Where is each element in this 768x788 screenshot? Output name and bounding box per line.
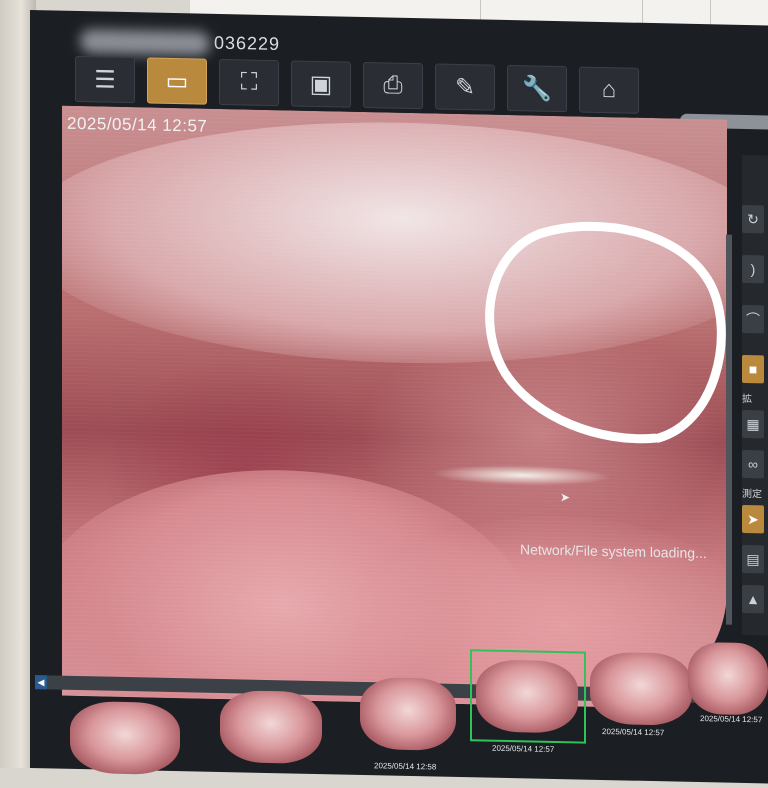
wrench-icon: 🔧 — [522, 74, 552, 103]
selected-thumbnail-frame — [470, 649, 586, 744]
camera-icon: ▣ — [309, 70, 333, 98]
thumbnail-date: 2025/05/14 12:57 — [602, 726, 665, 738]
arrow-up-icon: ▲ — [746, 590, 760, 608]
thumbnail-date: 2025/05/14 12:57 — [700, 714, 763, 725]
list-icon: ☰ — [94, 65, 116, 94]
side-grid-button[interactable]: ▦ — [742, 409, 764, 439]
annotation-circle — [485, 221, 726, 444]
settings-button[interactable]: 🔧 — [507, 64, 567, 113]
square-icon: ■ — [748, 361, 758, 378]
print-button[interactable]: ⎙ — [363, 61, 423, 110]
pointer-icon: ➤ — [747, 510, 759, 527]
recorder-button[interactable]: ⛶ — [219, 58, 279, 107]
home-button[interactable]: ⌂ — [579, 66, 639, 114]
side-pointer-button[interactable]: ➤ — [742, 504, 764, 534]
side-link-button[interactable]: ∞ — [742, 449, 764, 479]
thumbnail-image[interactable] — [688, 641, 768, 716]
thumbnail-date: 2025/05/14 12:58 — [374, 761, 437, 772]
side-highlight-button[interactable]: ■ — [742, 354, 764, 384]
home-icon: ⌂ — [601, 75, 617, 104]
patient-id: 036229 — [80, 29, 280, 57]
vertical-scrollbar[interactable] — [726, 234, 732, 625]
side-curve-button[interactable]: ⌒ — [742, 304, 764, 334]
curve-icon: ⌒ — [746, 310, 760, 328]
link-icon: ∞ — [748, 456, 758, 473]
thumbnail-image[interactable] — [360, 676, 456, 751]
endoscope-live-view[interactable]: 2025/05/14 12:57 ➤ Network/File system l… — [62, 105, 727, 710]
redacted-patient-name — [80, 29, 210, 56]
refresh-icon: ↻ — [747, 210, 759, 227]
patient-id-value: 036229 — [214, 32, 281, 54]
thumbnail-image[interactable] — [590, 651, 692, 726]
list-icon: ▤ — [746, 550, 760, 567]
report-button[interactable]: ✎ — [435, 63, 495, 111]
side-refresh-button[interactable]: ↻ — [742, 204, 764, 234]
mouse-cursor-icon: ➤ — [560, 490, 571, 505]
endoscopy-screen: 036229 ☰ ▭ ⛶ ▣ ⎙ ✎ 🔧 ⌂ 2025/05/14 12:57 … — [30, 10, 768, 784]
capture-timestamp: 2025/05/14 12:57 — [67, 113, 208, 136]
list-view-button[interactable]: ☰ — [75, 55, 135, 104]
thumbnail-image[interactable] — [220, 689, 322, 765]
printer-icon: ⎙ — [383, 71, 403, 99]
report-icon: ✎ — [454, 73, 476, 101]
side-label-measure: 測定 — [742, 488, 762, 501]
side-bracket-button[interactable]: ) — [742, 254, 764, 284]
camera-button[interactable]: ▣ — [291, 60, 351, 108]
side-list-button[interactable]: ▤ — [742, 544, 764, 574]
side-up-button[interactable]: ▲ — [742, 584, 764, 614]
gallery-icon: ▭ — [165, 67, 189, 95]
image-gallery-button[interactable]: ▭ — [147, 57, 207, 105]
thumbnail-date: 2025/05/14 12:57 — [492, 743, 555, 754]
thumbnail-image[interactable] — [70, 700, 180, 776]
scroll-left-button[interactable]: ◀ — [35, 675, 47, 690]
grid-icon: ▦ — [746, 415, 760, 432]
side-label-expand: 拡 — [742, 393, 752, 406]
recorder-icon: ⛶ — [240, 68, 258, 96]
bracket-icon: ) — [750, 261, 756, 278]
